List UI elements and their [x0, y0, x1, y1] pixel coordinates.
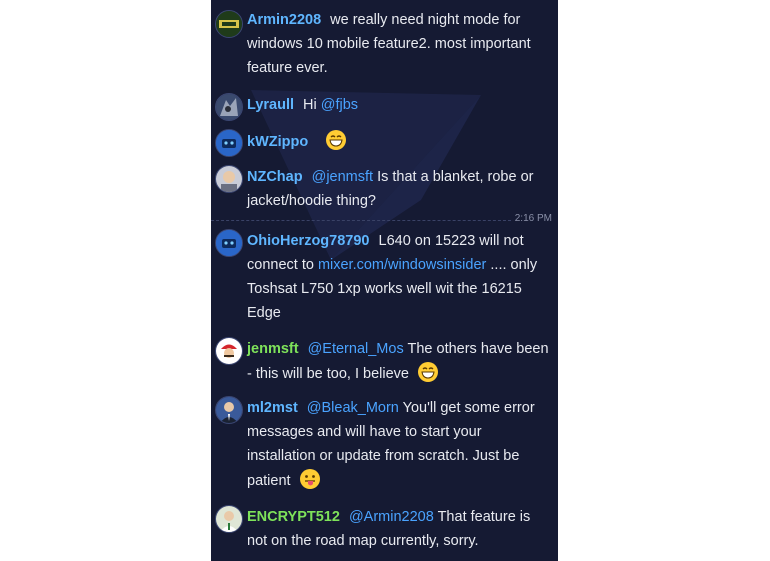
message-text: That feature is — [437, 509, 531, 525]
mention-link[interactable]: @fjbs — [321, 97, 358, 113]
message-text: not on the road map currently, sorry. — [247, 533, 479, 549]
username-link[interactable]: kWZippo — [247, 134, 308, 150]
message-text: jacket/hoodie thing? — [247, 193, 376, 209]
message-text: You'll get some error — [402, 400, 535, 416]
wolf-avatar-icon[interactable] — [215, 93, 243, 121]
person-avatar-icon[interactable] — [215, 165, 243, 193]
mixer-link[interactable]: mixer.com/windowsinsider — [318, 257, 486, 273]
logo-avatar-icon[interactable] — [215, 10, 243, 38]
username-link[interactable]: Armin2208 — [247, 12, 321, 28]
time-divider — [211, 220, 511, 221]
message-text: we really need night mode for — [330, 12, 521, 28]
username-link[interactable]: NZChap — [247, 169, 303, 185]
robot-avatar-icon[interactable] — [215, 229, 243, 257]
username-link[interactable]: Lyraull — [247, 97, 294, 113]
message-text: Edge — [247, 305, 281, 321]
mention-link[interactable]: @Armin2208 — [349, 509, 434, 525]
message-text: Is that a blanket, robe or — [377, 169, 534, 185]
message-text: Hi — [303, 97, 321, 113]
message-text: L640 on 15223 will not — [378, 233, 524, 249]
message-text: .... only — [486, 257, 538, 273]
message-text: windows 10 mobile feature2. most importa… — [247, 36, 531, 52]
message-text: connect to — [247, 257, 318, 273]
message-text: patient — [247, 473, 291, 489]
mention-link[interactable]: @Eternal_Mos — [308, 341, 404, 357]
tongue-emoji-icon — [299, 469, 320, 489]
username-link[interactable]: OhioHerzog78790 — [247, 233, 370, 249]
mario-avatar-icon[interactable] — [215, 337, 243, 365]
grinning-emoji-icon — [418, 362, 439, 382]
doctor-avatar-icon[interactable] — [215, 505, 243, 533]
message-text: Toshsat L750 1xp works well wit the 1621… — [247, 281, 522, 297]
mention-link[interactable]: @Bleak_Morn — [307, 400, 399, 416]
message-text: - this will be too, I believe — [247, 366, 409, 382]
username-link[interactable]: ml2mst — [247, 400, 298, 416]
message-text: feature ever. — [247, 60, 328, 76]
grinning-emoji-icon — [326, 130, 347, 150]
message-text: messages and will have to start your — [247, 424, 482, 440]
username-link[interactable]: ENCRYPT512 — [247, 509, 340, 525]
suit-avatar-icon[interactable] — [215, 396, 243, 424]
chat-panel[interactable]: Armin2208 we really need night mode for w… — [211, 0, 558, 561]
mention-link[interactable]: @jenmsft — [312, 169, 373, 185]
robot-avatar-icon[interactable] — [215, 129, 243, 157]
message-text: installation or update from scratch. Jus… — [247, 448, 520, 464]
username-link[interactable]: jenmsft — [247, 341, 299, 357]
timestamp: 2:16 PM — [514, 213, 552, 224]
message-text: The others have been — [407, 341, 549, 357]
